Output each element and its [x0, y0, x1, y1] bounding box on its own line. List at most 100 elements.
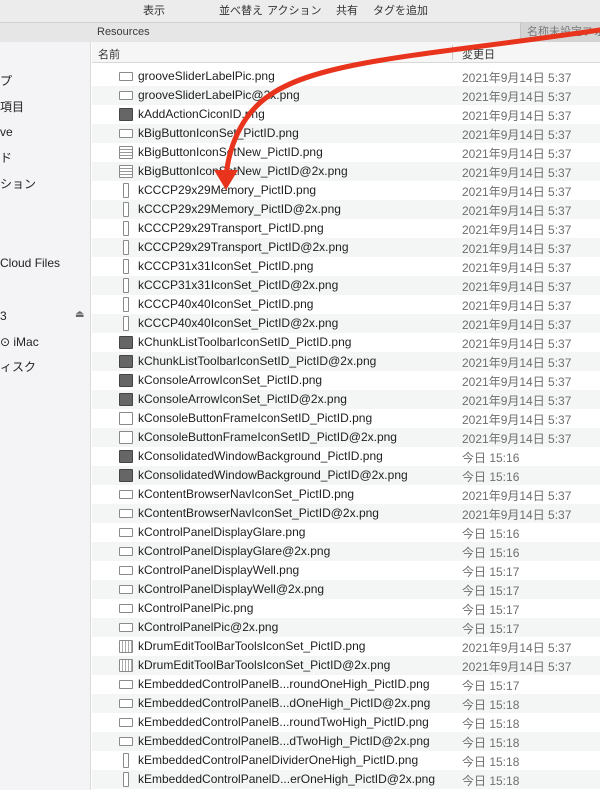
table-row[interactable]: kBigButtonIconSetNew_PictID@2x.png 2021年9… [92, 162, 600, 181]
table-row[interactable]: kEmbeddedControlPanelB...roundOneHigh_Pi… [92, 675, 600, 694]
tab-untitled-folder[interactable]: 名称未設定フォル [520, 23, 600, 42]
png-file-icon [119, 393, 133, 406]
table-row[interactable]: kControlPanelDisplayWell@2x.png 今日 15:17 [92, 580, 600, 599]
table-row[interactable]: kDrumEditToolBarToolsIconSet_PictID.png 2… [92, 637, 600, 656]
table-row[interactable]: kConsoleArrowIconSet_PictID@2x.png 2021年9… [92, 390, 600, 409]
table-row[interactable]: kControlPanelDisplayGlare@2x.png 今日 15:16 [92, 542, 600, 561]
file-date-modified: 2021年9月14日 5:37 [462, 71, 572, 85]
png-file-icon [119, 108, 133, 121]
table-row[interactable]: grooveSliderLabelPic.png 2021年9月14日 5:37 [92, 67, 600, 86]
table-row[interactable]: kControlPanelPic.png 今日 15:17 [92, 599, 600, 618]
png-file-icon [119, 355, 133, 368]
file-name: kControlPanelPic@2x.png [138, 620, 279, 634]
table-row[interactable]: kConsoleArrowIconSet_PictID.png 2021年9月14… [92, 371, 600, 390]
file-date-modified: 2021年9月14日 5:37 [462, 299, 572, 313]
png-file-icon [119, 509, 133, 518]
table-row[interactable]: kConsolidatedWindowBackground_PictID.png… [92, 447, 600, 466]
table-row[interactable]: kContentBrowserNavIconSet_PictID@2x.png 2… [92, 504, 600, 523]
file-name: kControlPanelDisplayWell.png [138, 563, 300, 577]
png-file-icon [119, 659, 133, 672]
table-row[interactable]: kCCCP40x40IconSet_PictID@2x.png 2021年9月14… [92, 314, 600, 333]
table-row[interactable]: kEmbeddedControlPanelB...roundTwoHigh_Pi… [92, 713, 600, 732]
file-name: kChunkListToolbarIconSetID_PictID.png [138, 335, 352, 349]
sort-ascending-icon[interactable]: ▲ [435, 46, 444, 56]
file-date-modified: 今日 15:16 [462, 451, 520, 465]
table-row[interactable]: kCCCP29x29Memory_PictID@2x.png 2021年9月14日… [92, 200, 600, 219]
file-date-modified: 2021年9月14日 5:37 [462, 128, 572, 142]
table-row[interactable]: kContentBrowserNavIconSet_PictID.png 2021… [92, 485, 600, 504]
sidebar-item[interactable]: ve [0, 123, 13, 141]
table-row[interactable]: kCCCP31x31IconSet_PictID@2x.png 2021年9月14… [92, 276, 600, 295]
table-row[interactable]: kEmbeddedControlPanelB...dOneHigh_PictID… [92, 694, 600, 713]
file-name: kEmbeddedControlPanelDividerOneHigh_Pict… [138, 753, 419, 767]
table-row[interactable]: kEmbeddedControlPanelDividerOneHigh_Pict… [92, 751, 600, 770]
file-date-modified: 今日 15:18 [462, 736, 520, 750]
toolbar-action-label[interactable]: アクション [267, 2, 321, 18]
png-file-icon [119, 72, 133, 81]
table-row[interactable]: kChunkListToolbarIconSetID_PictID.png 202… [92, 333, 600, 352]
tab-resources[interactable]: Resources [0, 23, 520, 42]
toolbar-sort-label[interactable]: 並べ替え [219, 2, 263, 18]
table-row[interactable]: kConsoleButtonFrameIconSetID_PictID.png 2… [92, 409, 600, 428]
column-divider[interactable] [452, 45, 453, 60]
file-date-modified: 2021年9月14日 5:37 [462, 90, 572, 104]
file-name: kCCCP31x31IconSet_PictID.png [138, 259, 314, 273]
table-row[interactable]: kEmbeddedControlPanelD...erOneHigh_PictI… [92, 770, 600, 789]
file-date-modified: 今日 15:18 [462, 698, 520, 712]
sidebar-item[interactable]: 項目 [0, 98, 24, 116]
table-row[interactable]: kCCCP31x31IconSet_PictID.png 2021年9月14日 5… [92, 257, 600, 276]
file-name: kDrumEditToolBarToolsIconSet_PictID@2x.p… [138, 658, 391, 672]
file-date-modified: 2021年9月14日 5:37 [462, 109, 572, 123]
column-header-name[interactable]: 名前 [98, 46, 120, 62]
png-file-icon [119, 129, 133, 138]
table-row[interactable]: kCCCP29x29Memory_PictID.png 2021年9月14日 5:… [92, 181, 600, 200]
table-row[interactable]: kAddActionCiconID.png 2021年9月14日 5:37 [92, 105, 600, 124]
table-row[interactable]: kCCCP29x29Transport_PictID.png 2021年9月14日… [92, 219, 600, 238]
table-row[interactable]: kControlPanelDisplayWell.png 今日 15:17 [92, 561, 600, 580]
table-row[interactable]: kDrumEditToolBarToolsIconSet_PictID@2x.p… [92, 656, 600, 675]
file-date-modified: 2021年9月14日 5:37 [462, 356, 572, 370]
file-name: kControlPanelDisplayGlare.png [138, 525, 306, 539]
sidebar-item-imac[interactable]: ⊙ iMac [0, 333, 39, 351]
table-row[interactable]: kEmbeddedControlPanelB...dTwoHigh_PictID… [92, 732, 600, 751]
file-date-modified: 2021年9月14日 5:37 [462, 641, 572, 655]
table-row[interactable]: kBigButtonIconSetNew_PictID.png 2021年9月14… [92, 143, 600, 162]
png-file-icon [119, 680, 133, 689]
table-row[interactable]: kControlPanelPic@2x.png 今日 15:17 [92, 618, 600, 637]
sidebar-item[interactable]: ション [0, 175, 36, 193]
window-toolbar: 表示 並べ替え アクション 共有 タグを追加 [0, 0, 600, 22]
table-row[interactable]: kCCCP40x40IconSet_PictID.png 2021年9月14日 5… [92, 295, 600, 314]
sidebar-item[interactable]: プ [0, 72, 12, 90]
sidebar-item-device[interactable]: 3 [0, 307, 7, 325]
png-file-icon [123, 753, 129, 768]
png-file-icon [123, 183, 129, 198]
png-file-icon [119, 528, 133, 537]
sidebar-item[interactable]: ド [0, 149, 12, 167]
file-date-modified: 今日 15:16 [462, 470, 520, 484]
sidebar-item-icloud-files[interactable]: Cloud Files [0, 254, 60, 272]
file-name: kEmbeddedControlPanelB...dOneHigh_PictID… [138, 696, 431, 710]
png-file-icon [119, 640, 133, 653]
toolbar-share-label[interactable]: 共有 [336, 2, 358, 18]
png-file-icon [119, 431, 133, 444]
toolbar-add-tag-label[interactable]: タグを追加 [373, 2, 428, 18]
file-name: kDrumEditToolBarToolsIconSet_PictID.png [138, 639, 366, 653]
column-header-date-modified[interactable]: 変更日 [462, 46, 495, 62]
file-name: kCCCP29x29Transport_PictID.png [138, 221, 324, 235]
file-name: kCCCP29x29Memory_PictID.png [138, 183, 317, 197]
table-row[interactable]: kConsolidatedWindowBackground_PictID@2x.… [92, 466, 600, 485]
table-row[interactable]: kChunkListToolbarIconSetID_PictID@2x.png… [92, 352, 600, 371]
table-row[interactable]: grooveSliderLabelPic@2x.png 2021年9月14日 5:… [92, 86, 600, 105]
file-date-modified: 今日 15:17 [462, 622, 520, 636]
file-date-modified: 今日 15:16 [462, 527, 520, 541]
sidebar-item-disk[interactable]: ィスク [0, 358, 36, 376]
file-name: kBigButtonIconSetNew_PictID@2x.png [138, 164, 348, 178]
table-row[interactable]: kControlPanelDisplayGlare.png 今日 15:16 [92, 523, 600, 542]
table-row[interactable]: kBigButtonIconSet_PictID.png 2021年9月14日 5… [92, 124, 600, 143]
file-date-modified: 2021年9月14日 5:37 [462, 660, 572, 674]
sidebar: プ 項目 ve ド ション Cloud Files 3 ⏏ ⊙ iMac ィスク [0, 42, 91, 790]
table-row[interactable]: kCCCP29x29Transport_PictID@2x.png 2021年9月… [92, 238, 600, 257]
table-row[interactable]: kConsoleButtonFrameIconSetID_PictID@2x.p… [92, 428, 600, 447]
eject-icon[interactable]: ⏏ [75, 309, 84, 320]
toolbar-display-label[interactable]: 表示 [143, 2, 165, 18]
